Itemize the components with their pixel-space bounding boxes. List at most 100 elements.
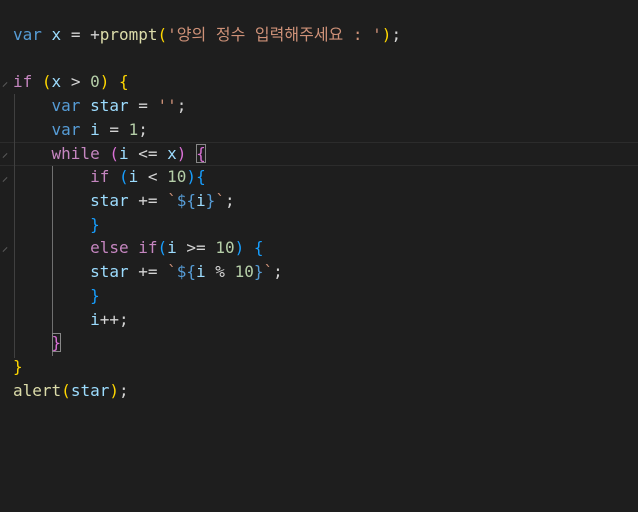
code-token: ) bbox=[99, 72, 110, 91]
code-token: < bbox=[138, 167, 168, 186]
code-token: ; bbox=[118, 381, 129, 400]
code-token: var bbox=[51, 120, 81, 139]
code-token: ; bbox=[391, 25, 402, 44]
code-token: star bbox=[90, 191, 129, 210]
code-line[interactable]: var x = +prompt('양의 정수 입력해주세요 : '); bbox=[13, 23, 401, 47]
code-token: var bbox=[51, 96, 81, 115]
code-token: ; bbox=[224, 191, 235, 210]
code-token: <= bbox=[128, 144, 168, 163]
code-token: i bbox=[118, 144, 129, 163]
code-token: ) bbox=[109, 381, 119, 400]
code-editor[interactable]: var x = +prompt('양의 정수 입력해주세요 : '); if (x… bbox=[0, 0, 638, 512]
code-token: ) bbox=[381, 25, 392, 44]
code-token: ++; bbox=[99, 310, 129, 329]
code-line[interactable]: } bbox=[13, 355, 23, 379]
code-line[interactable]: alert(star); bbox=[13, 379, 129, 403]
code-token: star bbox=[90, 96, 129, 115]
code-token: 0 bbox=[90, 72, 100, 91]
code-token: ) bbox=[176, 144, 187, 163]
code-token: if bbox=[138, 238, 158, 257]
code-token: ; bbox=[176, 96, 187, 115]
code-token: > bbox=[61, 72, 91, 91]
code-token: ${ bbox=[176, 191, 197, 210]
code-token: = + bbox=[61, 25, 100, 44]
code-token: ; bbox=[273, 262, 283, 281]
code-token: ` bbox=[167, 191, 177, 210]
code-token: = bbox=[99, 120, 129, 139]
code-token: ` bbox=[167, 262, 177, 281]
code-line[interactable]: star += `${i}`; bbox=[13, 189, 235, 213]
code-token: % bbox=[205, 262, 235, 281]
code-line[interactable]: else if(i >= 10) { bbox=[13, 236, 264, 260]
code-token: ( bbox=[157, 25, 168, 44]
code-line[interactable]: i++; bbox=[13, 308, 129, 332]
code-line[interactable]: } bbox=[13, 331, 62, 355]
code-token: } bbox=[51, 333, 62, 352]
code-token: += bbox=[128, 262, 168, 281]
code-token: '양의 정수 입력해주세요 : ' bbox=[167, 25, 382, 44]
code-token: star bbox=[90, 262, 129, 281]
code-token: += bbox=[128, 191, 168, 210]
code-token: star bbox=[70, 381, 110, 400]
code-token: i bbox=[128, 167, 139, 186]
code-token: { bbox=[196, 167, 206, 186]
code-line[interactable]: } bbox=[13, 284, 100, 308]
code-token: ( bbox=[109, 144, 119, 163]
code-token: i bbox=[167, 238, 177, 257]
code-line[interactable]: var star = ''; bbox=[13, 94, 187, 118]
code-token: ( bbox=[157, 238, 168, 257]
code-line[interactable]: if (x > 0) { bbox=[13, 70, 129, 94]
fold-marker[interactable] bbox=[2, 247, 8, 252]
fold-marker[interactable] bbox=[2, 177, 8, 182]
code-token: var bbox=[13, 25, 42, 44]
code-line[interactable]: } bbox=[13, 213, 100, 237]
code-token: { bbox=[196, 144, 206, 163]
code-token: while bbox=[51, 144, 100, 163]
code-token: i bbox=[90, 310, 100, 329]
code-token: ${ bbox=[176, 262, 197, 281]
code-line[interactable]: if (i < 10){ bbox=[13, 165, 206, 189]
code-token: ` bbox=[215, 191, 225, 210]
code-token: 10 bbox=[167, 167, 187, 186]
code-line[interactable]: var i = 1; bbox=[13, 118, 148, 142]
code-token: } bbox=[205, 191, 216, 210]
code-token: = bbox=[128, 96, 158, 115]
code-token: alert bbox=[13, 381, 62, 400]
code-token: if bbox=[13, 72, 33, 91]
code-token: 10 bbox=[215, 238, 235, 257]
code-line[interactable]: while (i <= x) { bbox=[13, 142, 206, 166]
code-token: ; bbox=[138, 120, 148, 139]
code-token: prompt bbox=[99, 25, 158, 44]
code-token: x bbox=[51, 25, 62, 44]
code-token: } bbox=[90, 215, 100, 234]
code-token: { bbox=[119, 72, 129, 91]
code-token: if bbox=[90, 167, 110, 186]
code-token: '' bbox=[157, 96, 177, 115]
code-token: x bbox=[167, 144, 177, 163]
code-line[interactable]: star += `${i % 10}`; bbox=[13, 260, 283, 284]
code-token: i bbox=[196, 262, 206, 281]
code-token: x bbox=[51, 72, 62, 91]
code-token: { bbox=[253, 238, 264, 257]
fold-marker[interactable] bbox=[2, 82, 8, 87]
code-token: >= bbox=[176, 238, 216, 257]
code-token: ( bbox=[118, 167, 129, 186]
